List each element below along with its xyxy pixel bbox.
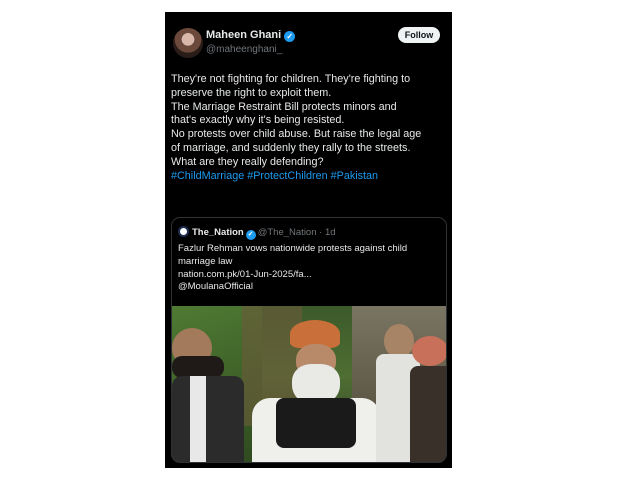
tweet-text-line: No protests over child abuse. But raise … — [171, 128, 422, 141]
quoted-post-header: The_Nation ✓ @The_Nation · 1d — [178, 226, 336, 240]
author-display-name[interactable]: Maheen Ghani — [206, 29, 281, 41]
author-handle[interactable]: @maheenghani_ — [206, 44, 282, 55]
quoted-author-avatar[interactable] — [178, 226, 189, 237]
quoted-link[interactable]: nation.com.pk/01-Jun-2025/fa... — [178, 269, 442, 282]
verified-badge-icon: ✓ — [245, 230, 256, 240]
tweet-text: They're not fighting for children. They'… — [171, 73, 451, 183]
tweet-text-line: of marriage, and suddenly they rally to … — [171, 141, 411, 154]
tweet-text-line: that's exactly why it's being resisted. — [171, 114, 345, 127]
quoted-text-line: Fazlur Rehman vows nationwide protests a… — [178, 243, 408, 254]
author-avatar[interactable] — [173, 28, 203, 58]
tweet-header: Maheen Ghani ✓ @maheenghani_ Follow — [165, 12, 452, 72]
quoted-post-text: Fazlur Rehman vows nationwide protests a… — [178, 243, 442, 294]
verified-badge-icon: ✓ — [284, 31, 296, 42]
author-name-row[interactable]: Maheen Ghani ✓ — [206, 29, 296, 42]
tweet-text-line: What are they really defending? — [171, 155, 324, 168]
quoted-mention[interactable]: @MoulanaOfficial — [178, 281, 442, 294]
quoted-post-photo[interactable] — [172, 306, 446, 462]
tweet-text-line: They're not fighting for children. They'… — [171, 73, 411, 85]
tweet-text-line: The Marriage Restraint Bill protects min… — [171, 100, 397, 113]
hashtag-links[interactable]: #ChildMarriage #ProtectChildren #Pakista… — [171, 170, 451, 184]
quoted-post[interactable]: The_Nation ✓ @The_Nation · 1d Fazlur Rehma… — [171, 217, 447, 463]
quoted-author-name[interactable]: The_Nation — [192, 227, 244, 238]
quoted-author-handle[interactable]: @The_Nation — [258, 227, 317, 238]
separator-dot: · — [319, 227, 323, 238]
tweet-card: Maheen Ghani ✓ @maheenghani_ Follow They'… — [165, 12, 452, 468]
quoted-post-time[interactable]: 1d — [325, 227, 336, 238]
follow-button[interactable]: Follow — [398, 27, 440, 43]
tweet-text-line: preserve the right to exploit them. — [171, 86, 332, 99]
quoted-text-line: marriage law — [178, 255, 233, 267]
